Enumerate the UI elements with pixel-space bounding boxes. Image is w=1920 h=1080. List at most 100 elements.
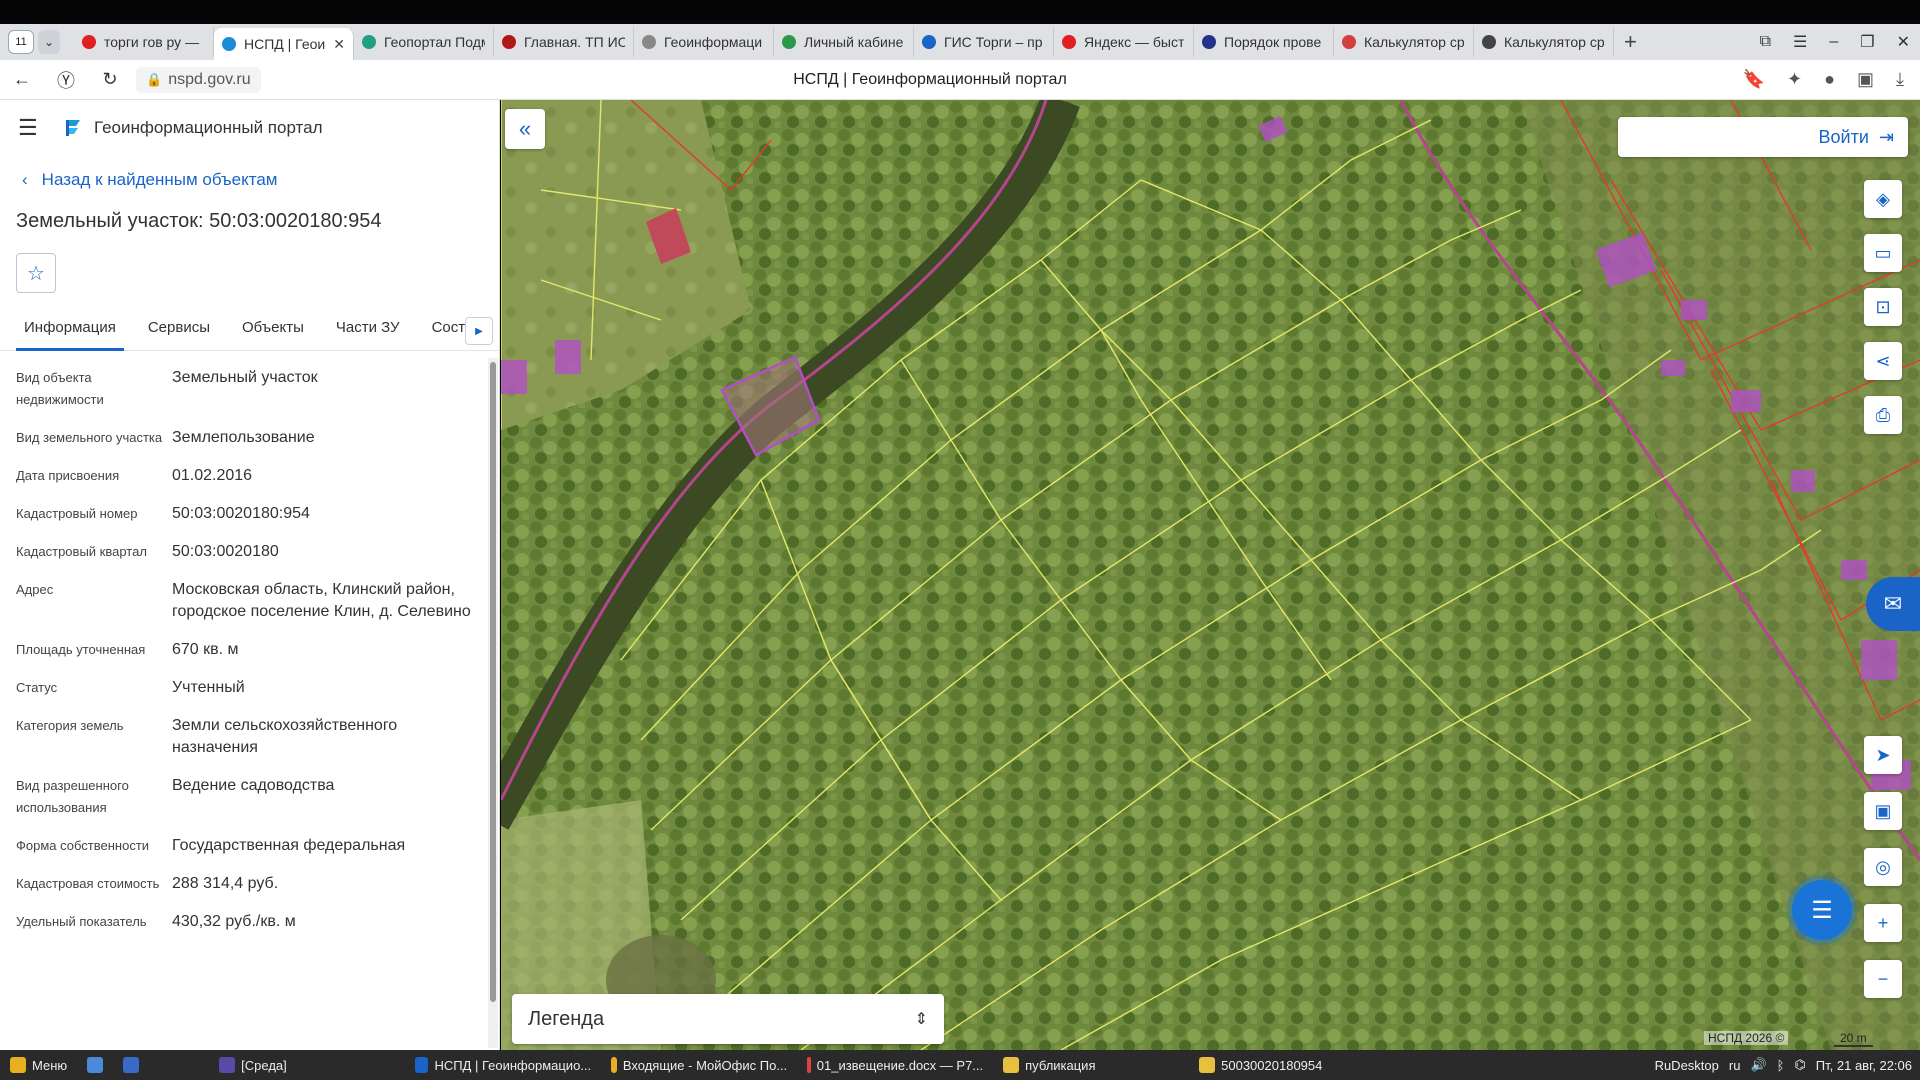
tab-favicon-icon — [502, 35, 516, 49]
reload-icon[interactable]: ↻ — [88, 69, 132, 90]
collections-icon[interactable]: ▣ — [1857, 69, 1874, 90]
minimize-icon[interactable]: – — [1829, 33, 1838, 51]
hamburger-menu-icon[interactable]: ☰ — [18, 115, 48, 141]
address-bar: ← Ⓨ ↻ 🔒 nspd.gov.ru НСПД | Геоинформацио… — [0, 60, 1920, 100]
tab-close-icon[interactable]: ✕ — [333, 36, 345, 53]
info-tab[interactable]: Части ЗУ — [320, 311, 416, 350]
tab-list: торги гов ру — НСПД | Геои ✕ Геопортал Подм… — [74, 24, 1614, 60]
portal-title: Геоинформационный портал — [94, 118, 323, 137]
property-row: Вид земельного участка Землепользование — [16, 427, 483, 449]
browser-tab[interactable]: НСПД | Геои ✕ — [214, 28, 354, 60]
property-row: Кадастровый номер 50:03:0020180:954 — [16, 503, 483, 525]
taskbar-window-button[interactable]: [Среда] — [209, 1050, 405, 1080]
browser-tab[interactable]: Геоинформаци — [634, 27, 774, 57]
window-title: [Среда] — [241, 1057, 287, 1073]
clock[interactable]: Пт, 21 авг, 22:06 — [1816, 1058, 1912, 1073]
taskbar-window-button[interactable]: 01_извещение.docx — Р7... — [797, 1050, 993, 1080]
browser-tabstrip: 11 ⌄ торги гов ру — НСПД | Геои ✕ Геопортал… — [0, 24, 1920, 60]
tab-favicon-icon — [1202, 35, 1216, 49]
sidebar-scroll-thumb[interactable] — [490, 362, 496, 1002]
locate-icon[interactable]: ➤ — [1864, 736, 1902, 774]
assistant-chat-icon[interactable]: ✉ — [1866, 577, 1920, 631]
browser-tab[interactable]: Главная. ТП ИС — [494, 27, 634, 57]
zoom-in-icon[interactable]: + — [1864, 904, 1902, 942]
bluetooth-icon[interactable]: ᛒ — [1777, 1058, 1785, 1073]
taskbar-window-button[interactable]: 50030020180954 — [1189, 1050, 1385, 1080]
close-window-icon[interactable]: ✕ — [1897, 32, 1910, 52]
property-value: Государственная федеральная — [172, 837, 406, 854]
share-icon[interactable]: ⋖ — [1864, 342, 1902, 380]
tabs-next-arrow-icon[interactable]: ▶ — [465, 317, 493, 345]
screen-top-strip — [0, 0, 1920, 24]
browser-tab[interactable]: Порядок прове — [1194, 27, 1334, 57]
info-tab[interactable]: Сервисы — [132, 311, 226, 350]
info-tab[interactable]: Объекты — [226, 311, 320, 350]
window-controls: ⧉ ☰ – ❐ ✕ — [1760, 24, 1910, 60]
start-menu-label: Меню — [32, 1057, 68, 1073]
print-icon[interactable]: ⎙ — [1864, 396, 1902, 434]
volume-icon[interactable]: 🔊 — [1750, 1057, 1766, 1073]
browser-tab[interactable]: Калькулятор ср — [1474, 27, 1614, 57]
yandex-browser-icon[interactable] — [113, 1050, 149, 1080]
tab-favicon-icon — [362, 35, 376, 49]
network-icon[interactable]: ⌬ — [1794, 1057, 1805, 1073]
download-icon[interactable]: ⤓ — [1896, 69, 1904, 90]
star-icon: ☆ — [27, 262, 45, 285]
tray-app-label[interactable]: RuDesktop — [1655, 1058, 1719, 1073]
property-label: Вид земельного участка — [16, 430, 163, 445]
back-link-label: Назад к найденным объектам — [41, 170, 278, 189]
os-taskbar: Меню [Среда] НСПД | Геоинформацио... Входя… — [0, 1050, 1920, 1080]
satellite-map[interactable] — [501, 100, 1920, 1050]
ruler-icon[interactable]: ▭ — [1864, 234, 1902, 272]
start-menu-button[interactable]: Меню — [0, 1050, 77, 1080]
extension-icon[interactable]: ✦ — [1787, 69, 1802, 90]
browser-tab[interactable]: ГИС Торги – пр — [914, 27, 1054, 57]
files-icon[interactable] — [77, 1050, 113, 1080]
new-tab-plus-icon[interactable]: + — [1624, 29, 1648, 55]
browser-tab[interactable]: Личный кабине — [774, 27, 914, 57]
back-to-results-link[interactable]: ‹ Назад к найденным объектам — [22, 170, 499, 190]
geo-search-icon[interactable]: ◎ — [1864, 848, 1902, 886]
menu-icon[interactable]: ☰ — [1793, 32, 1807, 52]
expand-updown-icon[interactable]: ⇕ — [915, 1009, 928, 1029]
property-label: Вид объекта недвижимости — [16, 370, 104, 407]
map-scale: 20 m — [1834, 1031, 1873, 1047]
legend-panel[interactable]: Легенда ⇕ — [512, 994, 944, 1044]
taskbar-window-button[interactable]: НСПД | Геоинформацио... — [405, 1050, 601, 1080]
lang-indicator[interactable]: ru — [1729, 1058, 1741, 1073]
url-field[interactable]: 🔒 nspd.gov.ru — [136, 66, 261, 93]
info-sidebar: ☰ Геоинформационный портал ‹ Назад к най… — [0, 100, 500, 1050]
bookmark-icon[interactable]: 🔖 — [1743, 69, 1765, 90]
browser-tab[interactable]: Калькулятор ср — [1334, 27, 1474, 57]
restore-icon[interactable]: ❐ — [1860, 32, 1874, 52]
property-label: Удельный показатель — [16, 914, 147, 929]
property-row: Вид разрешенного использования Ведение са… — [16, 775, 483, 819]
property-row: Кадастровая стоимость 288 314,4 руб. — [16, 873, 483, 895]
tab-favicon-icon — [222, 37, 236, 51]
tab-list-chevron-icon[interactable]: ⌄ — [38, 30, 60, 54]
info-tabs: Информация Сервисы Объекты Части ЗУ Состав ▶ — [0, 311, 499, 351]
window-app-icon — [415, 1057, 429, 1073]
property-value: 670 кв. м — [172, 641, 239, 658]
tab-title: Главная. ТП ИС — [524, 34, 625, 50]
browser-tab[interactable]: торги гов ру — — [74, 27, 214, 57]
tab-count-badge[interactable]: 11 — [8, 30, 34, 54]
layers-icon[interactable]: ◈ — [1864, 180, 1902, 218]
yandex-icon[interactable]: Ⓨ — [44, 67, 88, 93]
browser-tab[interactable]: Яндекс — быст — [1054, 27, 1194, 57]
browser-tab[interactable]: Геопортал Подм — [354, 27, 494, 57]
map-view[interactable] — [501, 100, 1920, 1050]
zoom-out-icon[interactable]: − — [1864, 960, 1902, 998]
select-area-icon[interactable]: ⊡ — [1864, 288, 1902, 326]
tab-search-icon[interactable]: ⧉ — [1760, 33, 1771, 51]
taskbar-window-button[interactable]: публикация — [993, 1050, 1189, 1080]
minimap-icon[interactable]: ▣ — [1864, 792, 1902, 830]
collapse-sidebar-button[interactable]: « — [505, 109, 545, 149]
info-tab[interactable]: Информация — [8, 311, 132, 351]
taskbar-window-button[interactable]: Входящие - МойОфис По... — [601, 1050, 797, 1080]
chat-support-icon[interactable]: ☰ — [1792, 880, 1852, 940]
login-button[interactable]: Войти ⇥ — [1618, 117, 1908, 157]
back-arrow-icon[interactable]: ← — [0, 69, 44, 90]
favorite-star-button[interactable]: ☆ — [16, 253, 56, 293]
profile-icon[interactable]: ● — [1824, 69, 1835, 90]
